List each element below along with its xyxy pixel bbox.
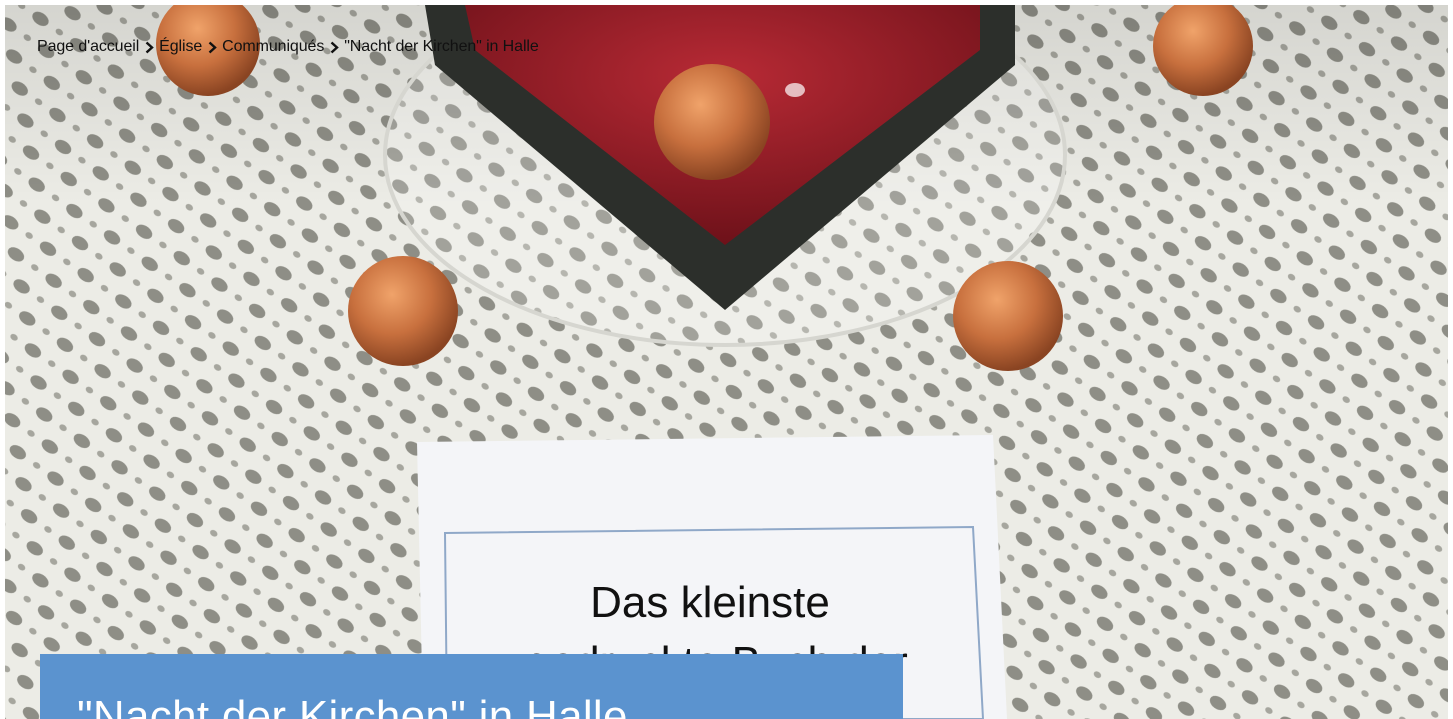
breadcrumb: Page d'accueil Église Communiqués "Nacht… — [37, 35, 539, 59]
chevron-right-icon — [328, 40, 340, 54]
coin — [654, 64, 770, 180]
page-title-box: "Nacht der Kirchen" in Halle — [40, 654, 903, 719]
breadcrumb-home-link[interactable]: Page d'accueil — [37, 38, 139, 56]
hero-photo: Das kleinste gedruckte Buch der — [5, 5, 1448, 719]
coin — [348, 256, 458, 366]
chevron-right-icon — [206, 40, 218, 54]
chevron-right-icon — [143, 40, 155, 54]
breadcrumb-eglise-link[interactable]: Église — [159, 38, 202, 56]
coin — [953, 261, 1063, 371]
breadcrumb-current: "Nacht der Kirchen" in Halle — [344, 38, 539, 55]
page-title: "Nacht der Kirchen" in Halle — [77, 692, 628, 719]
card-text-line1: Das kleinste — [590, 578, 830, 627]
breadcrumb-communiques-link[interactable]: Communiqués — [222, 38, 324, 56]
hero-image: Das kleinste gedruckte Buch der — [5, 5, 1448, 719]
